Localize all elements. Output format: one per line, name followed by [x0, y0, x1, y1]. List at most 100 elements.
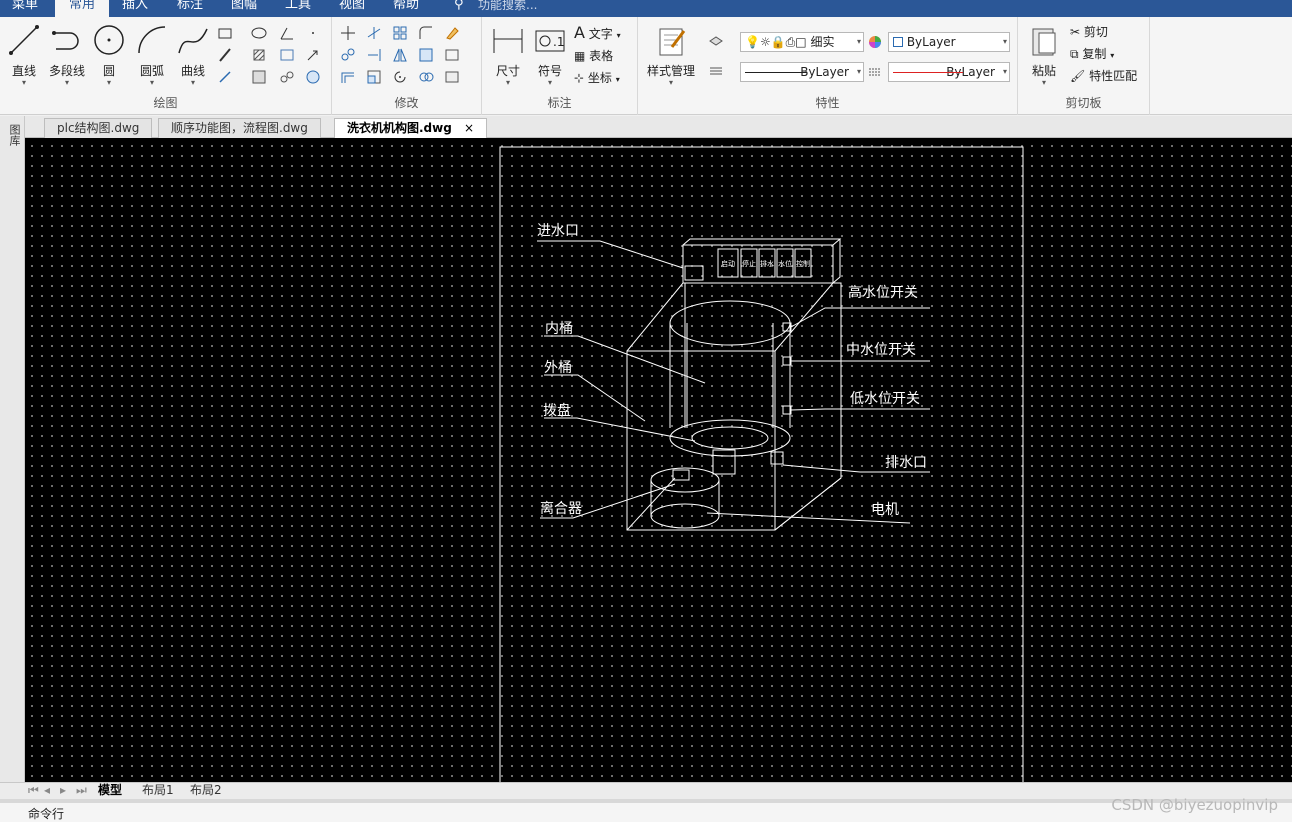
style-manager-icon — [659, 28, 686, 56]
paste-button[interactable]: 粘贴 ▾ — [1026, 25, 1062, 87]
trim-icon[interactable] — [366, 25, 382, 41]
layout-tab-layout2[interactable]: 布局2 — [186, 783, 226, 799]
layout-tab-layout1[interactable]: 布局1 — [138, 783, 178, 799]
nav-prev-icon[interactable]: ◂ — [40, 783, 54, 799]
cabinet-front — [626, 350, 776, 531]
menu-tab-tools[interactable]: 工具 — [285, 0, 311, 17]
outer-tub-walls — [686, 323, 774, 428]
menu-tab-sheet[interactable]: 图幅 — [231, 0, 257, 17]
coordinate-button[interactable]: ⊹ 坐标 ▾ — [574, 69, 620, 86]
doc-tab-sfc[interactable]: 顺序功能图，流程图.dwg — [158, 118, 321, 138]
scale-icon[interactable] — [366, 69, 382, 85]
explode-icon[interactable] — [418, 47, 434, 63]
panel-button-stop: 停止 — [742, 259, 756, 268]
menu-tab-help[interactable]: 帮助 — [393, 0, 419, 17]
doc-tab-label: 顺序功能图，流程图.dwg — [171, 121, 308, 135]
inner-tub-top — [669, 300, 791, 346]
circle-button[interactable]: 圆 ▾ — [92, 23, 126, 87]
arc-button[interactable]: 圆弧 ▾ — [132, 23, 172, 87]
label-drain-outlet: 排水口 — [885, 455, 927, 471]
menu-tab-view[interactable]: 视图 — [339, 0, 365, 17]
text-frame-icon[interactable] — [279, 47, 295, 63]
symbol-button[interactable]: .1 符号 ▾ — [532, 25, 568, 87]
menu-tab-menu[interactable]: 菜单 — [12, 0, 38, 17]
close-icon[interactable]: × — [464, 121, 474, 135]
fillet-icon[interactable] — [418, 25, 434, 41]
brush-icon: 🖌 — [1070, 69, 1086, 83]
dimension-label: 尺寸 — [495, 64, 520, 78]
move-icon[interactable] — [340, 25, 356, 41]
table-button[interactable]: ▦ 表格 — [574, 47, 613, 64]
erase-icon[interactable] — [444, 25, 460, 41]
label-clutch: 离合器 — [540, 500, 582, 517]
mirror-icon[interactable] — [392, 47, 408, 63]
region-icon[interactable] — [305, 69, 321, 85]
clutch-body — [650, 480, 720, 516]
coupling — [672, 469, 690, 481]
text-button[interactable]: A 文字 ▾ — [574, 23, 621, 42]
dropdown-arrow-icon: ▾ — [1041, 78, 1046, 87]
dropdown-arrow-icon: ▾ — [547, 78, 552, 87]
stretch-icon[interactable] — [444, 47, 460, 63]
copy-label: 复制 — [1082, 47, 1107, 61]
ellipse-icon[interactable] — [251, 25, 267, 41]
draw-panel-title: 绘图 — [153, 96, 178, 110]
ray-icon[interactable] — [217, 69, 233, 85]
extend-icon[interactable] — [366, 47, 382, 63]
angle-icon[interactable] — [279, 25, 295, 41]
menu-tab-common[interactable]: 常用 — [55, 0, 110, 17]
annotate-panel: 尺寸 ▾ .1 符号 ▾ A 文字 ▾ ▦ 表格 ⊹ 坐标 ▾ 标注 — [482, 17, 638, 115]
dropdown-arrow-icon: ▾ — [1002, 37, 1007, 46]
text-label: 文字 — [588, 27, 613, 41]
lineweight-combo[interactable]: ByLayer ▾ — [888, 62, 1010, 82]
offset-icon[interactable] — [340, 69, 356, 85]
layer-manager-icon[interactable] — [708, 31, 724, 47]
layout-tab-model[interactable]: 模型 — [94, 783, 126, 799]
text-icon: A — [574, 23, 585, 42]
line-icon — [9, 25, 39, 55]
color-wheel-icon[interactable] — [867, 34, 883, 50]
copy-button[interactable]: ⧉ 复制 ▾ — [1070, 45, 1114, 62]
panel-button-drain: 排水 — [760, 259, 774, 268]
construction-line-icon[interactable] — [217, 47, 233, 63]
menu-tab-annotate[interactable]: 标注 — [177, 0, 203, 17]
lineweight-preview — [893, 72, 963, 73]
dimension-button[interactable]: 尺寸 ▾ — [490, 25, 526, 87]
edit-icon[interactable] — [444, 69, 460, 85]
curve-button[interactable]: 曲线 ▾ — [174, 23, 212, 87]
doc-tab-washer[interactable]: 洗衣机机构图.dwg × — [334, 118, 488, 138]
block-icon[interactable] — [251, 69, 267, 85]
nav-last-icon[interactable]: ⏭ — [72, 783, 91, 799]
hatch-icon[interactable] — [251, 47, 267, 63]
style-manager-button[interactable]: 样式管理 ▾ — [642, 25, 700, 87]
match-properties-button[interactable]: 🖌 特性匹配 — [1070, 67, 1137, 84]
library-button[interactable]: 图库 — [4, 124, 21, 146]
doc-tab-plc[interactable]: plc结构图.dwg — [44, 118, 153, 138]
layer-combo[interactable]: 💡☼🔒⎙□ 细实 ▾ — [740, 32, 864, 52]
linetype-combo[interactable]: ByLayer ▾ — [740, 62, 864, 82]
revcloud-icon[interactable] — [279, 69, 295, 85]
layout-tab-bar: ⏮ ◂ ▸ ⏭ 模型 布局1 布局2 — [0, 782, 1292, 799]
copy-icon: ⧉ — [1070, 47, 1079, 61]
arrow-icon[interactable] — [305, 47, 321, 63]
cabinet-side — [626, 282, 842, 531]
nav-next-icon[interactable]: ▸ — [56, 783, 70, 799]
command-bar[interactable]: 命令行 — [0, 799, 1292, 822]
drawing-canvas[interactable]: 进水口 高水位开关 中水位开关 低水位开关 内桶 外桶 拨盘 排水口 离合器 电… — [25, 138, 1292, 782]
function-search-input[interactable]: 功能搜索... — [478, 0, 537, 17]
point-icon[interactable] — [305, 25, 321, 41]
rectangle-icon[interactable] — [217, 25, 233, 41]
polyline-button[interactable]: 多段线 ▾ — [44, 23, 90, 87]
lineweight-icon[interactable] — [867, 64, 883, 80]
line-button[interactable]: 直线 ▾ — [6, 23, 42, 87]
color-combo[interactable]: ByLayer ▾ — [888, 32, 1010, 52]
linetype-list-icon[interactable] — [708, 63, 724, 79]
cut-button[interactable]: ✂ 剪切 — [1070, 23, 1108, 40]
join-icon[interactable] — [418, 69, 434, 85]
copy-object-icon[interactable] — [340, 47, 356, 63]
menu-tab-insert[interactable]: 插入 — [122, 0, 148, 17]
rotate-icon[interactable] — [392, 69, 408, 85]
array-icon[interactable] — [392, 25, 408, 41]
label-high-level-switch: 高水位开关 — [848, 284, 918, 301]
table-icon: ▦ — [574, 49, 586, 63]
